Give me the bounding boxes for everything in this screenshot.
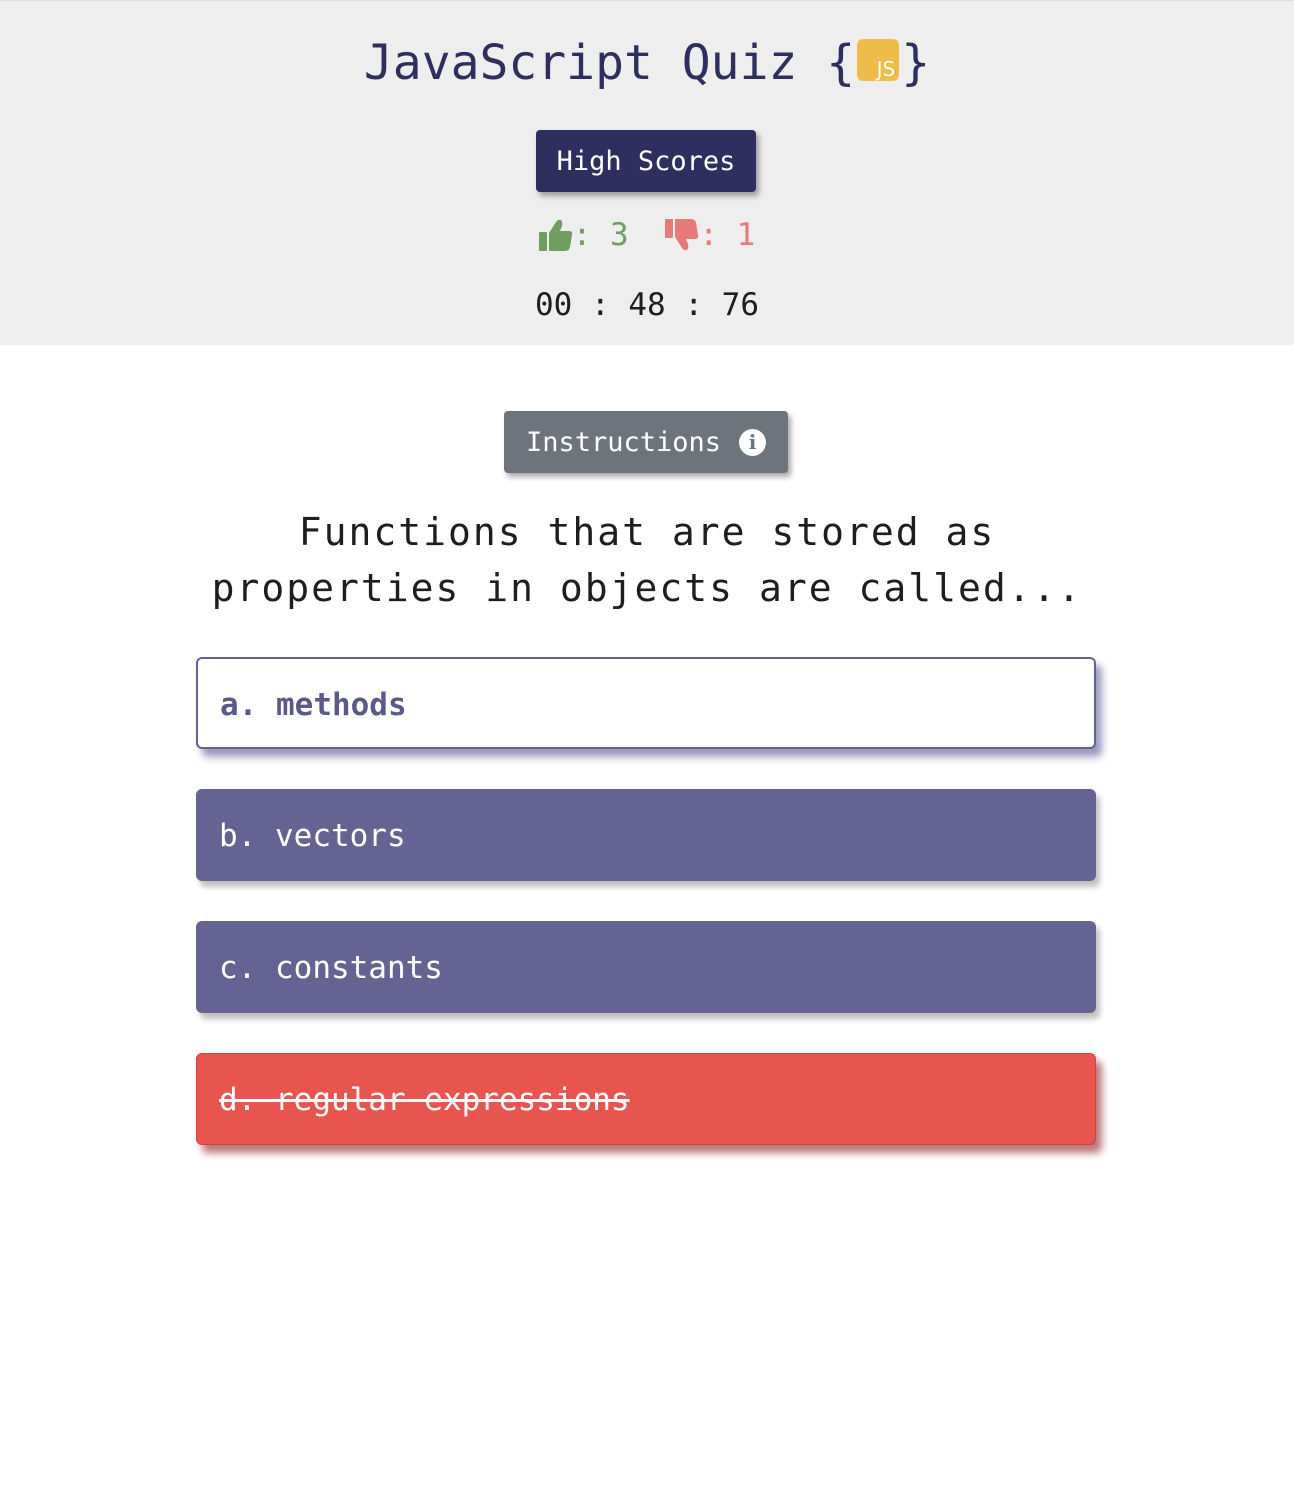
answer-option-b[interactable]: b. vectors <box>196 789 1096 881</box>
wrong-count-group: : 1 <box>665 217 755 253</box>
answer-option-d[interactable]: d. regular expressions <box>196 1053 1096 1145</box>
answer-option-a[interactable]: a. methods <box>196 657 1096 749</box>
thumbs-up-icon <box>538 219 572 251</box>
title-brace-open: { <box>826 35 856 91</box>
correct-count-group: : 3 <box>538 217 648 253</box>
countdown-timer: 00 : 48 : 76 <box>535 287 759 323</box>
js-logo-icon: JS <box>857 39 900 81</box>
score-tally: : 3 : 1 <box>0 213 1294 257</box>
js-logo-text: JS <box>876 57 896 81</box>
question-text: Functions that are stored as properties … <box>211 510 1083 610</box>
quiz-header: JavaScript Quiz { JS} High Scores : 3 : 1… <box>0 0 1294 345</box>
title-text: JavaScript Quiz <box>363 35 798 91</box>
info-circle-icon: i <box>739 428 767 456</box>
instructions-button[interactable]: Instructions i <box>504 411 788 473</box>
wrong-count: 1 <box>736 217 756 253</box>
wrong-separator: : <box>699 217 737 253</box>
title-brace-close: } <box>901 35 931 91</box>
high-scores-button[interactable]: High Scores <box>536 130 756 192</box>
answer-option-c[interactable]: c. constants <box>196 921 1096 1013</box>
page-title: JavaScript Quiz { JS} <box>0 31 1294 95</box>
correct-count: 3 <box>609 217 629 253</box>
correct-separator: : <box>572 217 610 253</box>
instructions-label: Instructions <box>525 426 722 458</box>
thumbs-down-icon <box>665 219 699 251</box>
